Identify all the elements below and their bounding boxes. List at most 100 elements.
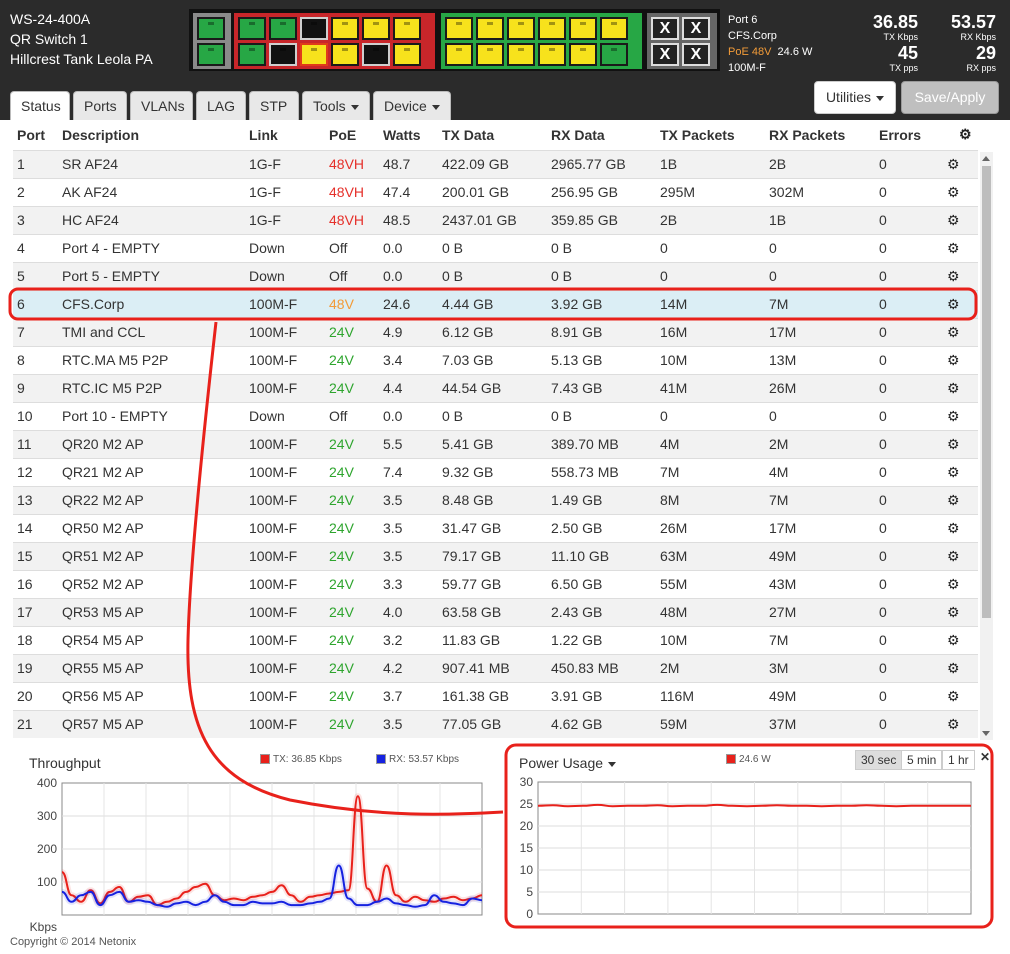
utilities-button[interactable]: Utilities [814, 81, 896, 114]
table-row[interactable]: 14 QR50 M2 AP 100M-F 24V 3.5 31.47 GB 2.50 GB 2… [13, 514, 978, 542]
row-gear-icon[interactable]: ⚙ [947, 655, 960, 682]
table-row[interactable]: 8 RTC.MA M5 P2P 100M-F 24V 3.4 7.03 GB 5.13 GB… [13, 346, 978, 374]
tab-device[interactable]: Device [373, 91, 451, 120]
header-gear-icon[interactable]: ⚙ [959, 126, 972, 143]
row-gear-icon[interactable]: ⚙ [947, 375, 960, 402]
port-icon[interactable] [569, 17, 597, 40]
tab-status[interactable]: Status [10, 91, 70, 120]
table-row[interactable]: 11 QR20 M2 AP 100M-F 24V 5.5 5.41 GB 389.70 MB… [13, 430, 978, 458]
table-row[interactable]: 13 QR22 M2 AP 100M-F 24V 3.5 8.48 GB 1.49 GB 8M… [13, 486, 978, 514]
table-row[interactable]: 5 Port 5 - EMPTY Down Off 0.0 0 B 0 B 0 0 0 ⚙ [13, 262, 978, 290]
port-icon[interactable] [393, 17, 421, 40]
save-apply-button[interactable]: Save/Apply [901, 81, 999, 114]
row-gear-icon[interactable]: ⚙ [947, 263, 960, 290]
table-row[interactable]: 7 TMI and CCL 100M-F 24V 4.9 6.12 GB 8.91 GB 16… [13, 318, 978, 346]
table-row[interactable]: 3 HC AF24 1G-F 48VH 48.5 2437.01 GB 359.85 GB 2… [13, 206, 978, 234]
port-icon[interactable] [507, 17, 535, 40]
port-icon[interactable] [476, 43, 504, 66]
tab-ports[interactable]: Ports [73, 91, 127, 120]
table-row[interactable]: 10 Port 10 - EMPTY Down Off 0.0 0 B 0 B 0 0 0 ⚙ [13, 402, 978, 430]
col-port[interactable]: Port [17, 127, 45, 143]
port-icon[interactable] [300, 17, 328, 40]
table-row[interactable]: 1 SR AF24 1G-F 48VH 48.7 422.09 GB 2965.77 GB 1… [13, 150, 978, 178]
row-gear-icon[interactable]: ⚙ [947, 403, 960, 430]
sfp-port-empty-icon[interactable]: X [651, 43, 679, 66]
range-1hr-button[interactable]: 1 hr [942, 750, 975, 770]
port-icon[interactable] [269, 43, 297, 66]
port-icon[interactable] [269, 17, 297, 40]
port-icon[interactable] [538, 17, 566, 40]
table-row[interactable]: 19 QR55 M5 AP 100M-F 24V 4.2 907.41 MB 450.83 … [13, 654, 978, 682]
sfp-port-empty-icon[interactable]: X [682, 17, 710, 40]
row-gear-icon[interactable]: ⚙ [947, 571, 960, 598]
row-gear-icon[interactable]: ⚙ [947, 627, 960, 654]
row-gear-icon[interactable]: ⚙ [947, 207, 960, 234]
power-title[interactable]: Power Usage [519, 755, 617, 771]
table-row[interactable]: 12 QR21 M2 AP 100M-F 24V 7.4 9.32 GB 558.73 MB… [13, 458, 978, 486]
rx-legend[interactable]: RX: 53.57 Kbps [376, 754, 459, 766]
table-row[interactable]: 18 QR54 M5 AP 100M-F 24V 3.2 11.83 GB 1.22 GB 1… [13, 626, 978, 654]
col-link[interactable]: Link [249, 127, 278, 143]
col-poe[interactable]: PoE [329, 127, 356, 143]
power-legend[interactable]: 24.6 W [726, 754, 771, 766]
port-icon[interactable] [569, 43, 597, 66]
port-icon[interactable] [331, 43, 359, 66]
table-row[interactable]: 17 QR53 M5 AP 100M-F 24V 4.0 63.58 GB 2.43 GB 4… [13, 598, 978, 626]
port-icon[interactable] [476, 17, 504, 40]
range-30sec-button[interactable]: 30 sec [855, 750, 903, 770]
scroll-thumb[interactable] [982, 166, 991, 618]
row-gear-icon[interactable]: ⚙ [947, 515, 960, 542]
port-icon[interactable] [445, 17, 473, 40]
col-tx-data[interactable]: TX Data [442, 127, 494, 143]
tab-lag[interactable]: LAG [196, 91, 246, 120]
row-gear-icon[interactable]: ⚙ [947, 179, 960, 206]
row-gear-icon[interactable]: ⚙ [947, 291, 960, 318]
table-row[interactable]: 15 QR51 M2 AP 100M-F 24V 3.5 79.17 GB 11.10 GB… [13, 542, 978, 570]
scroll-down-arrow-icon[interactable] [982, 731, 990, 736]
row-gear-icon[interactable]: ⚙ [947, 711, 960, 738]
sfp-port-empty-icon[interactable]: X [682, 43, 710, 66]
table-row[interactable]: 20 QR56 M5 AP 100M-F 24V 3.7 161.38 GB 3.91 GB… [13, 682, 978, 710]
tab-tools[interactable]: Tools [302, 91, 370, 120]
port-icon[interactable] [445, 43, 473, 66]
sfp-port-empty-icon[interactable]: X [651, 17, 679, 40]
port-icon[interactable] [362, 17, 390, 40]
tab-vlans[interactable]: VLANs [130, 91, 193, 120]
port-icon[interactable] [538, 43, 566, 66]
row-gear-icon[interactable]: ⚙ [947, 347, 960, 374]
table-scrollbar[interactable] [980, 152, 993, 740]
port-icon[interactable] [600, 43, 628, 66]
port-icon[interactable] [238, 17, 266, 40]
port-icon[interactable] [238, 43, 266, 66]
port-icon[interactable] [362, 43, 390, 66]
table-row[interactable]: 16 QR52 M2 AP 100M-F 24V 3.3 59.77 GB 6.50 GB 5… [13, 570, 978, 598]
scroll-up-arrow-icon[interactable] [982, 156, 990, 161]
row-gear-icon[interactable]: ⚙ [947, 599, 960, 626]
row-gear-icon[interactable]: ⚙ [947, 151, 960, 178]
row-gear-icon[interactable]: ⚙ [947, 319, 960, 346]
table-row[interactable]: 6 CFS.Corp 100M-F 48V 24.6 4.44 GB 3.92 GB 14M 7… [13, 290, 978, 318]
port-icon[interactable] [300, 43, 328, 66]
row-gear-icon[interactable]: ⚙ [947, 543, 960, 570]
port-icon[interactable] [197, 17, 225, 40]
col-watts[interactable]: Watts [383, 127, 421, 143]
tab-stp[interactable]: STP [249, 91, 299, 120]
col-description[interactable]: Description [62, 127, 139, 143]
row-gear-icon[interactable]: ⚙ [947, 235, 960, 262]
row-gear-icon[interactable]: ⚙ [947, 487, 960, 514]
port-icon[interactable] [600, 17, 628, 40]
col-tx-packets[interactable]: TX Packets [660, 127, 735, 143]
range-5min-button[interactable]: 5 min [901, 750, 943, 770]
close-icon[interactable]: ✕ [980, 750, 990, 764]
port-icon[interactable] [507, 43, 535, 66]
row-gear-icon[interactable]: ⚙ [947, 683, 960, 710]
table-row[interactable]: 2 AK AF24 1G-F 48VH 47.4 200.01 GB 256.95 GB 29… [13, 178, 978, 206]
table-row[interactable]: 9 RTC.IC M5 P2P 100M-F 24V 4.4 44.54 GB 7.43 G… [13, 374, 978, 402]
table-row[interactable]: 21 QR57 M5 AP 100M-F 24V 3.5 77.05 GB 4.62 GB 5… [13, 710, 978, 738]
port-icon[interactable] [331, 17, 359, 40]
row-gear-icon[interactable]: ⚙ [947, 459, 960, 486]
col-rx-data[interactable]: RX Data [551, 127, 605, 143]
tx-legend[interactable]: TX: 36.85 Kbps [260, 754, 342, 766]
port-icon[interactable] [197, 43, 225, 66]
col-errors[interactable]: Errors [879, 127, 921, 143]
